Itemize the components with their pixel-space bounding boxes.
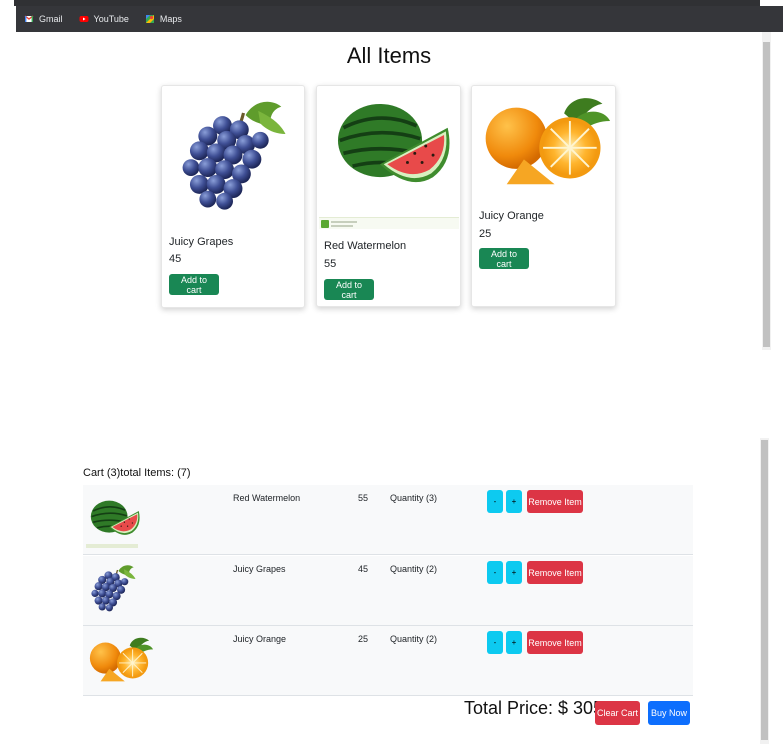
bookmark-label: Gmail (39, 14, 63, 24)
youtube-icon (79, 16, 89, 22)
watermelon-thumbnail (86, 491, 142, 547)
add-to-cart-button[interactable]: Add to cart (479, 248, 529, 269)
grapes-image (170, 92, 296, 218)
cart-heading: Cart (3)total Items: (7) (83, 467, 191, 479)
product-name: Juicy Orange (479, 210, 544, 222)
cart-item-name: Juicy Grapes (233, 564, 286, 574)
remove-item-button[interactable]: Remove Item (527, 490, 583, 513)
cart-item-price: 25 (358, 634, 369, 644)
grapes-thumbnail (86, 561, 140, 615)
page-scrollbar-lower[interactable] (760, 438, 769, 744)
orange-thumbnail (86, 631, 154, 691)
clear-cart-button[interactable]: Clear Cart (595, 701, 640, 725)
product-card-grapes: Juicy Grapes 45 Add to cart (161, 85, 305, 308)
bookmark-gmail[interactable]: Gmail (24, 14, 63, 24)
cart-item-price: 55 (358, 493, 369, 503)
thumbnail-watermark (86, 544, 138, 548)
increase-quantity-button[interactable]: + (506, 561, 522, 584)
bookmark-label: YouTube (93, 14, 129, 24)
cart-item-name: Juicy Orange (233, 634, 287, 644)
total-price: Total Price: $ 305 (464, 698, 603, 719)
cart-row: Red Watermelon 55 Quantity (3) - + Remov… (83, 485, 693, 555)
increase-quantity-button[interactable]: + (506, 631, 522, 654)
cart-item-name: Red Watermelon (233, 493, 301, 503)
decrease-quantity-button[interactable]: - (487, 631, 503, 654)
gmail-icon (24, 15, 34, 22)
image-watermark-strip (319, 217, 459, 229)
bookmark-maps[interactable]: Maps (145, 14, 182, 24)
product-card-orange: Juicy Orange 25 Add to cart (471, 85, 616, 307)
add-to-cart-button[interactable]: Add to cart (169, 274, 219, 295)
decrease-quantity-button[interactable]: - (487, 561, 503, 584)
cart-row: Juicy Grapes 45 Quantity (2) - + Remove … (83, 556, 693, 626)
product-price: 55 (324, 258, 337, 270)
page-scrollbar-upper[interactable] (762, 32, 771, 350)
decrease-quantity-button[interactable]: - (487, 490, 503, 513)
product-price: 25 (479, 228, 492, 240)
product-name: Red Watermelon (324, 240, 407, 252)
total-price-label: Total Price: $ (464, 698, 569, 718)
product-name: Juicy Grapes (169, 236, 234, 248)
cart-item-quantity: Quantity (3) (390, 493, 438, 503)
buy-now-button[interactable]: Buy Now (648, 701, 690, 725)
maps-icon (145, 15, 154, 23)
bookmark-youtube[interactable]: YouTube (79, 14, 129, 24)
cart-row: Juicy Orange 25 Quantity (2) - + Remove … (83, 626, 693, 696)
app-page: Gmail YouTube Maps All Items Juicy Grape… (0, 0, 783, 754)
product-price: 45 (169, 253, 182, 265)
product-card-watermelon: Red Watermelon 55 Add to cart (316, 85, 461, 307)
add-to-cart-button[interactable]: Add to cart (324, 279, 374, 300)
remove-item-button[interactable]: Remove Item (527, 631, 583, 654)
orange-image (478, 96, 612, 192)
cart-item-price: 45 (358, 564, 369, 574)
cart-item-quantity: Quantity (2) (390, 634, 438, 644)
watermelon-image (327, 100, 455, 192)
scrollbar-thumb[interactable] (761, 440, 768, 740)
cart-item-quantity: Quantity (2) (390, 564, 438, 574)
scrollbar-thumb[interactable] (763, 42, 770, 347)
increase-quantity-button[interactable]: + (506, 490, 522, 513)
bookmarks-bar: Gmail YouTube Maps (16, 6, 783, 32)
page-title: All Items (346, 43, 432, 68)
remove-item-button[interactable]: Remove Item (527, 561, 583, 584)
bookmark-label: Maps (159, 14, 182, 24)
